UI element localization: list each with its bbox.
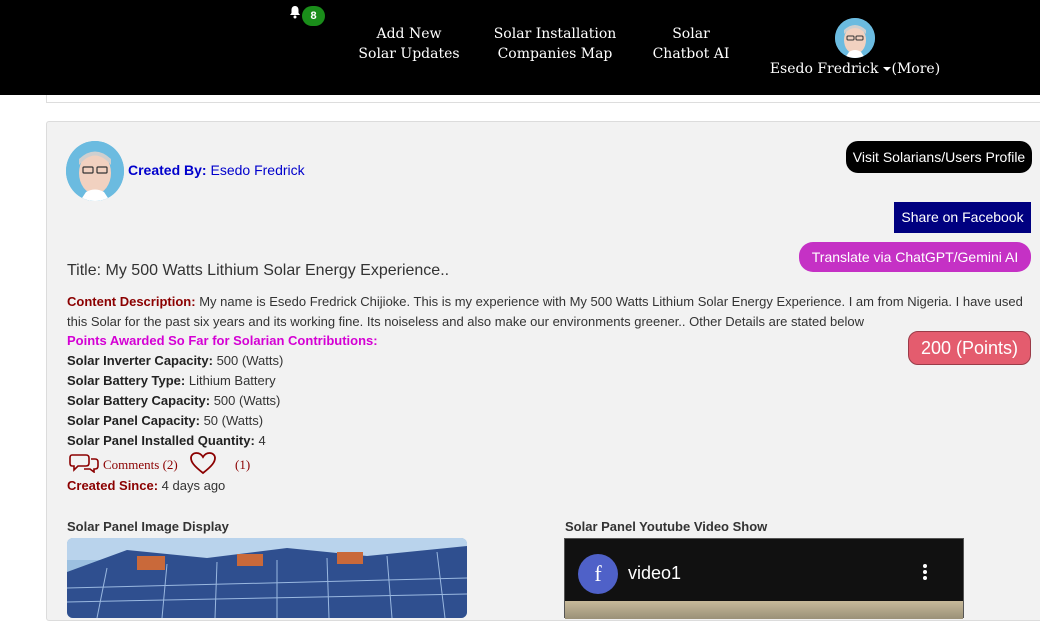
nav-user-name: Esedo Fredrick xyxy=(769,61,879,77)
youtube-video-embed[interactable]: f video1 xyxy=(564,538,964,619)
points-awarded-label: Points Awarded So Far for Solarian Contr… xyxy=(67,333,378,348)
content-description: Content Description: My name is Esedo Fr… xyxy=(67,292,1037,332)
created-by-label: Created By: xyxy=(128,162,207,178)
spec-label: Solar Panel Installed Quantity: xyxy=(67,433,255,448)
previous-card-edge xyxy=(46,95,1040,103)
author-avatar[interactable] xyxy=(66,141,124,201)
nav-user-avatar[interactable] xyxy=(835,18,875,58)
spec-label: Solar Inverter Capacity: xyxy=(67,353,213,368)
bell-icon[interactable] xyxy=(288,5,302,19)
heart-icon[interactable] xyxy=(189,451,217,475)
spec-label: Solar Panel Capacity: xyxy=(67,413,200,428)
spec-battery-capacity: Solar Battery Capacity: 500 (Watts) xyxy=(67,391,280,411)
kebab-menu-icon[interactable] xyxy=(923,564,927,582)
user-menu-toggle[interactable]: Esedo Fredrick (More) xyxy=(760,59,950,79)
likes-count[interactable]: (1) xyxy=(235,457,250,473)
spec-panel-capacity: Solar Panel Capacity: 50 (Watts) xyxy=(67,411,263,431)
video-thumbnail[interactable] xyxy=(565,601,963,619)
nav-solar-chatbot-ai-line2: Chatbot AI xyxy=(652,46,730,62)
spec-inverter-capacity: Solar Inverter Capacity: 500 (Watts) xyxy=(67,351,283,371)
nav-add-solar-updates-line1: Add New xyxy=(376,26,442,42)
spec-label: Solar Battery Type: xyxy=(67,373,186,388)
content-description-label: Content Description: xyxy=(67,294,196,309)
solar-update-card: Created By: Esedo Fredrick Visit Solaria… xyxy=(46,121,1040,621)
video-channel-avatar[interactable]: f xyxy=(578,554,618,594)
spec-panel-quantity: Solar Panel Installed Quantity: 4 xyxy=(67,431,266,451)
spec-value: 50 (Watts) xyxy=(203,413,264,428)
image-section-label: Solar Panel Image Display xyxy=(67,519,229,534)
top-navbar: 8 Add New Solar Updates Solar Installati… xyxy=(0,0,1040,95)
spec-value: 4 xyxy=(258,433,266,448)
post-title: Title: My 500 Watts Lithium Solar Energy… xyxy=(67,262,450,279)
nav-solar-chatbot-ai-line1: Solar xyxy=(672,26,710,42)
comments-link[interactable]: Comments (2) xyxy=(103,457,178,473)
spec-value: Lithium Battery xyxy=(188,373,276,388)
nav-add-solar-updates[interactable]: Add New Solar Updates xyxy=(350,24,468,64)
spec-label: Solar Battery Capacity: xyxy=(67,393,211,408)
video-section-label: Solar Panel Youtube Video Show xyxy=(565,519,768,534)
author-link[interactable]: Esedo Fredrick xyxy=(210,162,304,178)
created-since: Created Since: 4 days ago xyxy=(67,478,225,493)
share-facebook-button[interactable]: Share on Facebook xyxy=(894,202,1031,233)
video-title[interactable]: video1 xyxy=(628,563,681,584)
visit-profile-button[interactable]: Visit Solarians/Users Profile xyxy=(846,141,1032,173)
speech-bubbles-icon[interactable] xyxy=(69,453,99,473)
points-badge: 200 (Points) xyxy=(908,331,1031,365)
created-since-label: Created Since: xyxy=(67,478,159,493)
solar-panel-image[interactable] xyxy=(67,538,467,618)
spec-value: 500 (Watts) xyxy=(213,393,281,408)
nav-installation-companies-map[interactable]: Solar Installation Companies Map xyxy=(488,24,622,64)
spec-value: 500 (Watts) xyxy=(216,353,284,368)
created-since-value: 4 days ago xyxy=(161,478,226,493)
spec-battery-type: Solar Battery Type: Lithium Battery xyxy=(67,371,276,391)
notification-count-badge[interactable]: 8 xyxy=(302,6,325,26)
content-description-text: My name is Esedo Fredrick Chijioke. This… xyxy=(67,294,1023,329)
caret-down-icon xyxy=(882,67,891,71)
nav-installation-companies-map-line1: Solar Installation xyxy=(493,26,617,42)
created-by: Created By: Esedo Fredrick xyxy=(128,162,305,178)
translate-ai-button[interactable]: Translate via ChatGPT/Gemini AI xyxy=(799,242,1031,272)
nav-solar-chatbot-ai[interactable]: Solar Chatbot AI xyxy=(642,24,740,64)
nav-add-solar-updates-line2: Solar Updates xyxy=(358,46,460,62)
nav-installation-companies-map-line2: Companies Map xyxy=(497,46,613,62)
nav-more-label: (More) xyxy=(891,61,941,77)
